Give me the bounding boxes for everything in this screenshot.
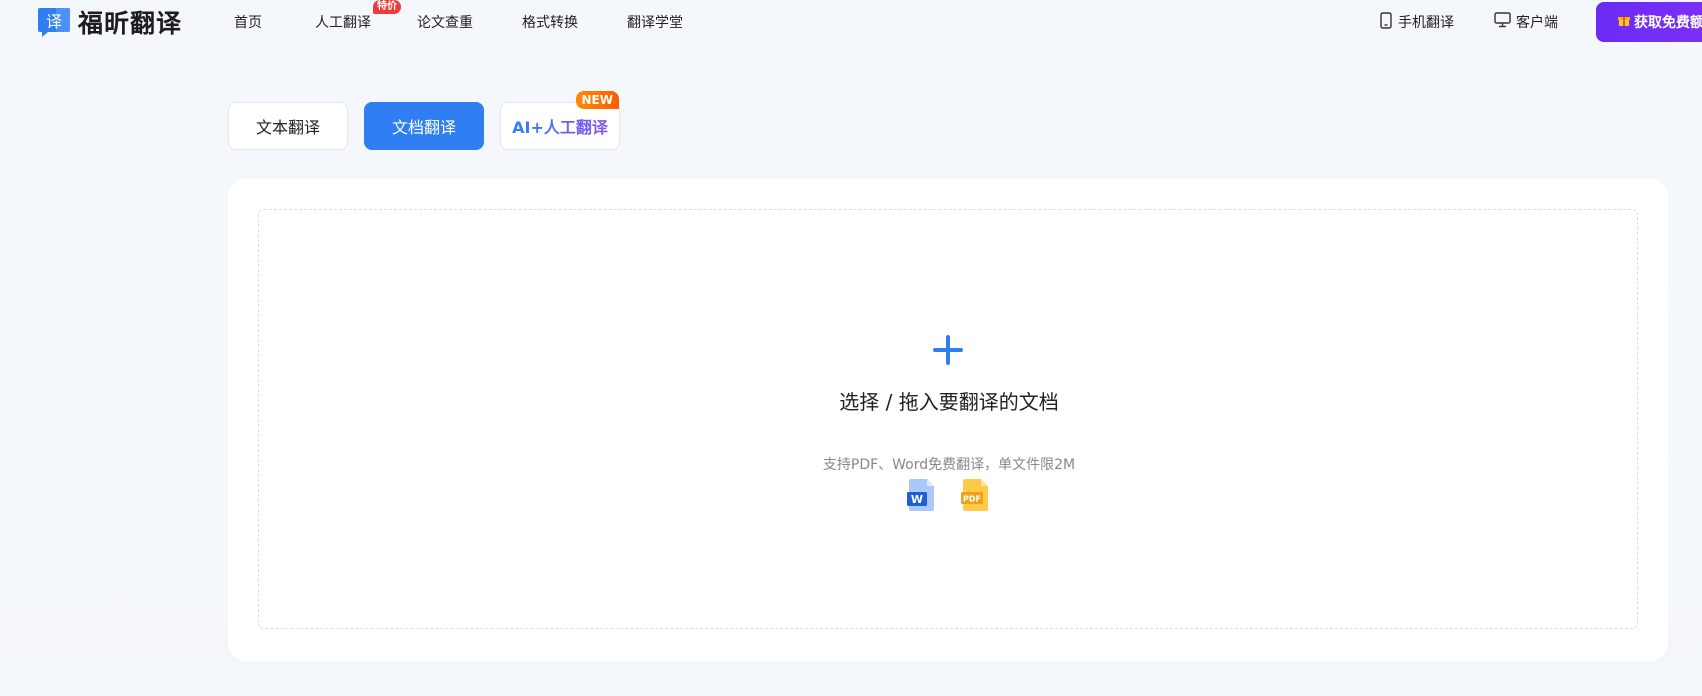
gift-icon xyxy=(1618,14,1630,31)
tab-text-translation[interactable]: 文本翻译 xyxy=(228,102,348,150)
tab-document-translation-label: 文档翻译 xyxy=(391,118,456,137)
monitor-icon xyxy=(1494,12,1511,32)
pdf-file-icon: PDF xyxy=(961,478,991,512)
translation-mode-tabs: 文本翻译 文档翻译 AI+人工翻译 NEW xyxy=(228,91,620,150)
nav-home[interactable]: 首页 xyxy=(234,12,262,32)
top-navbar: 译 福昕翻译 首页 人工翻译 特价 论文查重 格式转换 翻译学堂 手机翻译 客户… xyxy=(0,0,1702,44)
nav-human-translation[interactable]: 人工翻译 特价 xyxy=(315,0,401,32)
svg-text:PDF: PDF xyxy=(963,495,981,504)
mobile-translation-link[interactable]: 手机翻译 xyxy=(1379,11,1454,33)
desktop-client-link[interactable]: 客户端 xyxy=(1494,12,1558,32)
logo-text: 福昕翻译 xyxy=(78,9,183,38)
desktop-client-label: 客户端 xyxy=(1516,15,1558,31)
svg-text:译: 译 xyxy=(46,12,62,31)
get-free-quota-label: 获取免费额 xyxy=(1634,15,1702,31)
tab-text-translation-label: 文本翻译 xyxy=(255,118,320,137)
upload-card: 选择 / 拖入要翻译的文档 支持PDF、Word免费翻译，单文件限2M W PD… xyxy=(228,179,1668,661)
logo-icon: 译 xyxy=(36,4,72,40)
main-nav: 首页 人工翻译 特价 论文查重 格式转换 翻译学堂 xyxy=(234,0,683,32)
plus-icon[interactable] xyxy=(933,335,963,365)
supported-formats: W PDF xyxy=(907,478,991,512)
mobile-translation-label: 手机翻译 xyxy=(1398,15,1454,31)
phone-icon xyxy=(1379,11,1393,33)
header-right: 手机翻译 客户端 获取免费额 xyxy=(1379,0,1702,44)
sale-badge: 特价 xyxy=(373,0,401,14)
new-badge: NEW xyxy=(575,91,619,109)
tab-ai-human-translation-label: AI+人工翻译 xyxy=(512,114,608,138)
upload-title: 选择 / 拖入要翻译的文档 xyxy=(839,390,1059,414)
upload-subtitle: 支持PDF、Word免费翻译，单文件限2M xyxy=(822,457,1076,473)
get-free-quota-button[interactable]: 获取免费额 xyxy=(1596,2,1702,42)
tab-ai-human-translation[interactable]: AI+人工翻译 NEW xyxy=(500,91,620,150)
logo[interactable]: 译 福昕翻译 xyxy=(36,4,182,40)
nav-translation-academy[interactable]: 翻译学堂 xyxy=(627,12,683,32)
nav-human-translation-label: 人工翻译 xyxy=(315,15,371,31)
page: 译 福昕翻译 首页 人工翻译 特价 论文查重 格式转换 翻译学堂 手机翻译 客户… xyxy=(0,0,1702,696)
nav-plagiarism-check[interactable]: 论文查重 xyxy=(417,12,473,32)
nav-format-conversion[interactable]: 格式转换 xyxy=(522,12,578,32)
word-file-icon: W xyxy=(907,478,937,512)
file-dropzone[interactable]: 选择 / 拖入要翻译的文档 支持PDF、Word免费翻译，单文件限2M W PD… xyxy=(258,209,1638,629)
svg-text:W: W xyxy=(911,493,923,506)
tab-document-translation[interactable]: 文档翻译 xyxy=(364,102,484,150)
